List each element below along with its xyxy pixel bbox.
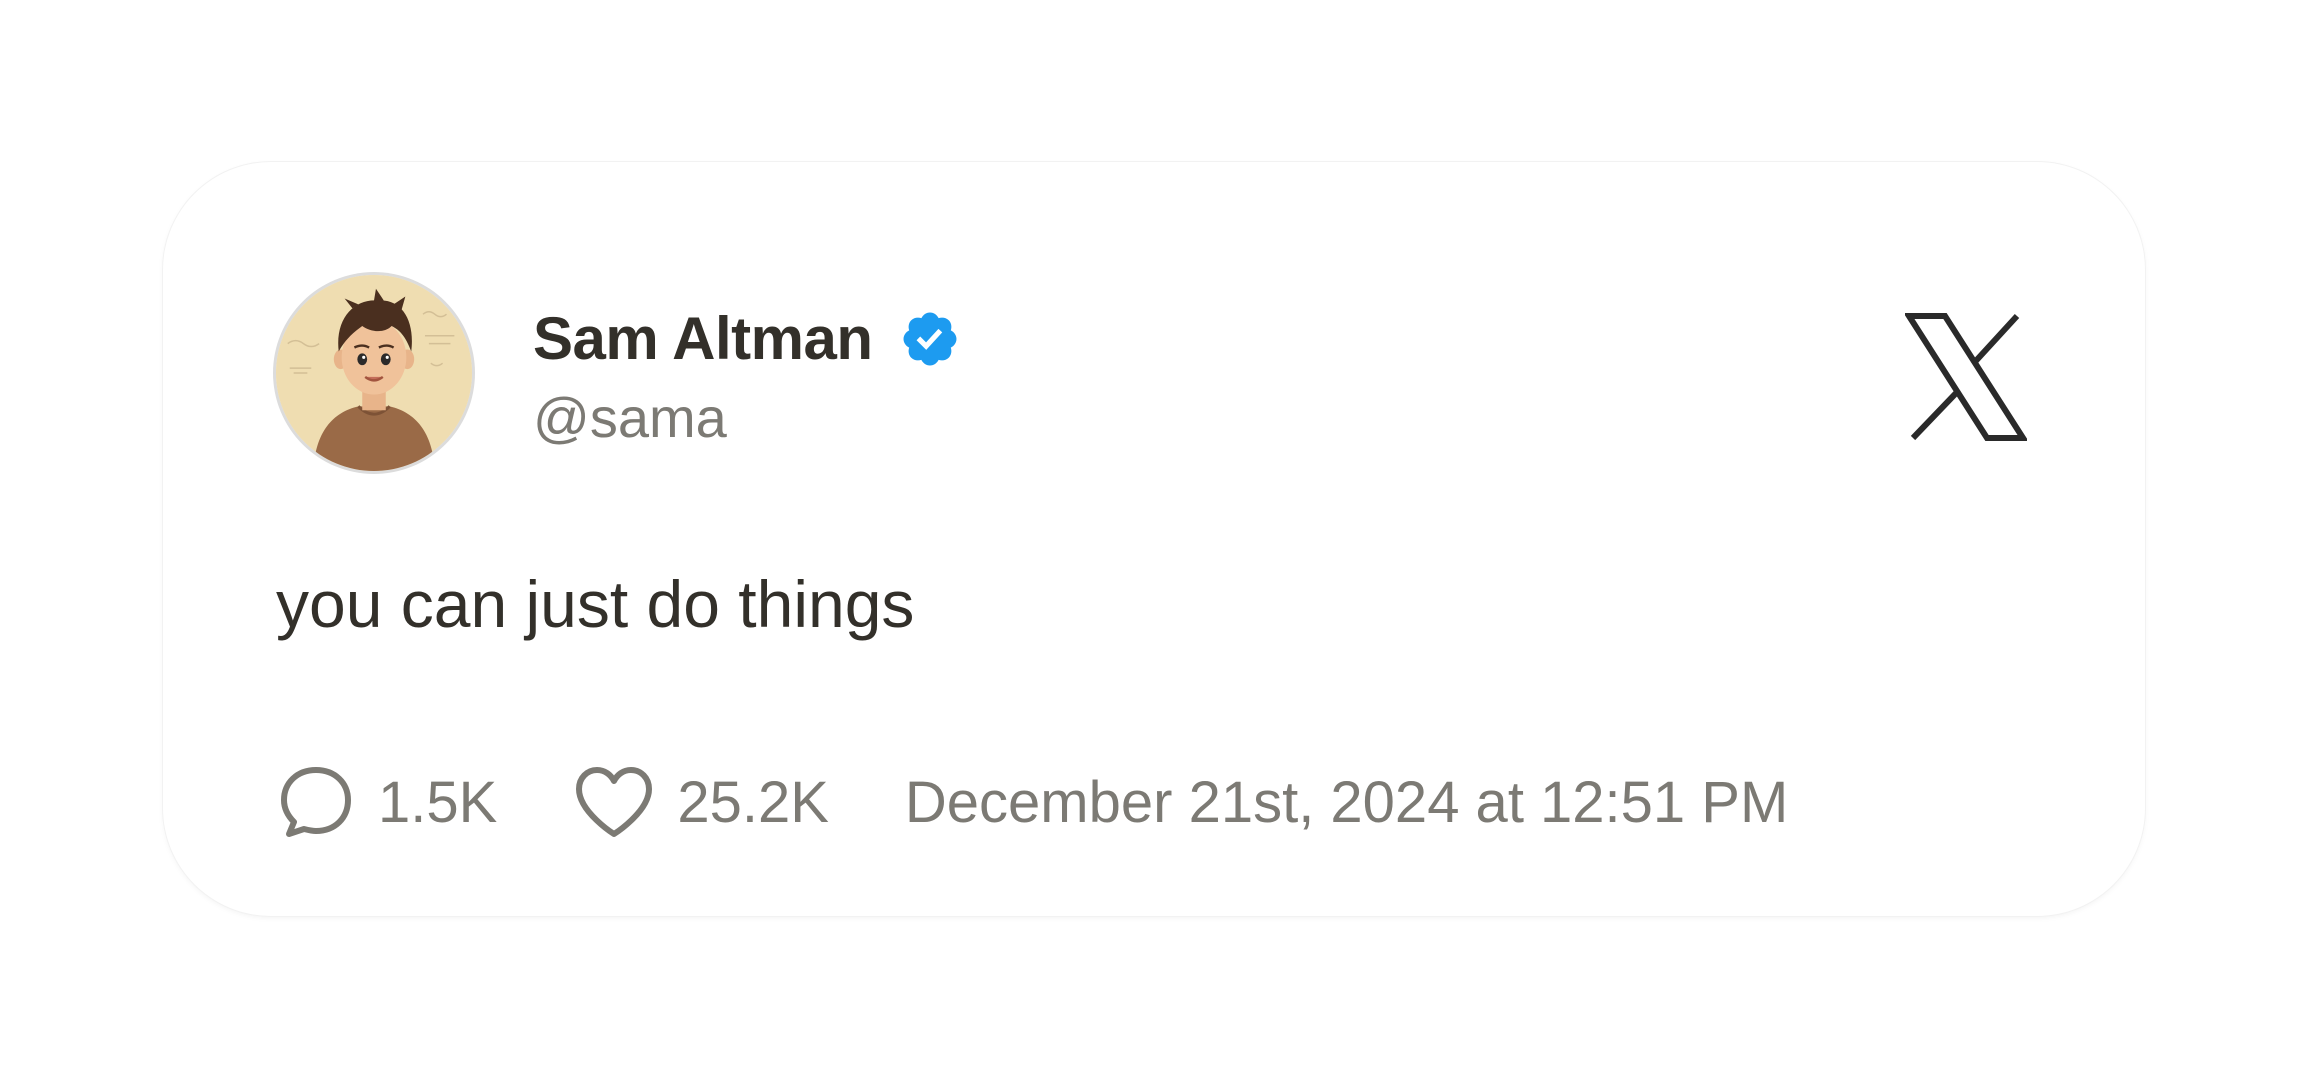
heart-icon <box>576 767 653 837</box>
author-handle[interactable]: @sama <box>533 384 727 452</box>
like-count: 25.2K <box>677 769 829 835</box>
author-display-name[interactable]: Sam Altman <box>533 303 873 375</box>
reply-stat[interactable]: 1.5K <box>276 762 497 842</box>
reply-count: 1.5K <box>378 769 498 835</box>
speech-bubble-icon <box>281 767 351 837</box>
avatar[interactable] <box>276 275 472 471</box>
verified-badge-icon <box>903 312 957 366</box>
tweet-text: you can just do things <box>276 567 915 641</box>
author-name-row: Sam Altman <box>533 303 961 375</box>
tweet-card[interactable]: Sam Altman @sama you can just do things … <box>163 162 2145 916</box>
tweet-footer: 1.5K 25.2K December 21st, 2024 at 12:51 … <box>276 752 1788 852</box>
avatar-illustration <box>276 275 472 471</box>
x-logo-icon[interactable] <box>1905 312 2027 442</box>
tweet-timestamp[interactable]: December 21st, 2024 at 12:51 PM <box>905 769 1788 836</box>
like-stat[interactable]: 25.2K <box>573 764 829 840</box>
